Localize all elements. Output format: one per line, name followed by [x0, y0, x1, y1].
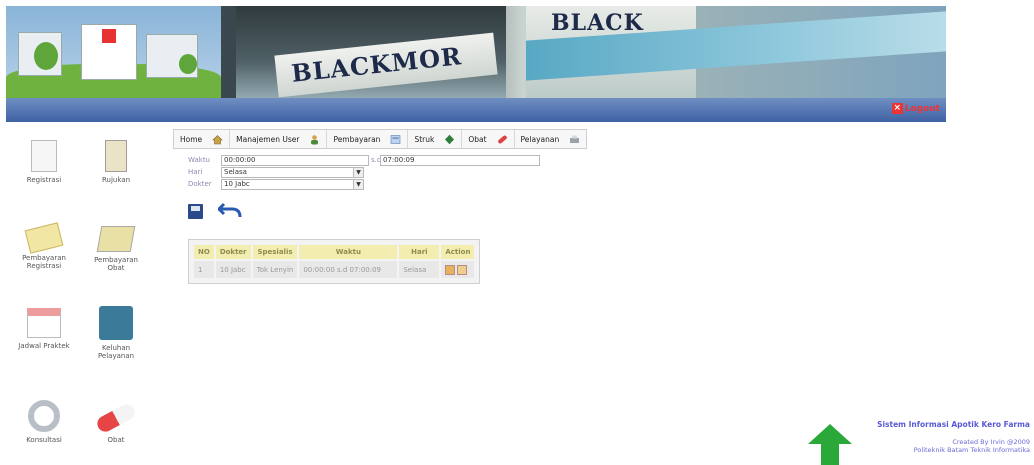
table-header-row: NO Dokter Spesialis Waktu Hari Action	[194, 245, 475, 259]
sidebar-item-pembayaran-registrasi[interactable]: Pembayaran Registrasi	[12, 222, 76, 270]
sidebar-item-label: Jadwal Praktek	[18, 342, 70, 350]
menu-item-obat[interactable]: Obat	[462, 130, 515, 148]
tree-icon	[179, 54, 197, 74]
table-cell-actions	[441, 261, 475, 278]
delete-icon[interactable]	[457, 264, 468, 275]
header-banner: BLACKMOR BLACK	[6, 6, 946, 98]
top-menu: Home Manajemen User Pembayaran Struk Oba…	[173, 129, 588, 149]
undo-icon[interactable]	[216, 200, 244, 220]
receipt-icon	[444, 134, 455, 145]
footer-title: Sistem Informasi Apotik Kero Farma	[877, 420, 1030, 429]
table-cell: 00:00:00 s.d 07:00:09	[299, 261, 398, 278]
banner-brand-top: BLACK	[551, 10, 644, 36]
menu-item-struk[interactable]: Struk	[408, 130, 463, 148]
hari-label: Hari	[188, 168, 203, 176]
edit-icon[interactable]	[445, 264, 456, 275]
close-icon: ×	[891, 103, 903, 114]
dokter-select[interactable]: 10 Jabc ▼	[221, 179, 364, 190]
sidebar-item-jadwal-praktek[interactable]: Jadwal Praktek	[12, 308, 76, 350]
sidebar-item-label: Pembayaran Obat	[94, 256, 138, 272]
sidebar-item-label: Registrasi	[26, 176, 62, 184]
header-bar: × Logout	[6, 98, 946, 122]
logout-button[interactable]: × Logout	[891, 103, 940, 114]
sidebar-item-registrasi[interactable]: Registrasi	[12, 140, 76, 184]
schedule-table: NO Dokter Spesialis Waktu Hari Action 1 …	[188, 239, 481, 284]
menu-item-pembayaran[interactable]: Pembayaran	[327, 130, 409, 148]
sidebar-item-label: Rujukan	[101, 176, 131, 184]
arrow-up-icon[interactable]	[807, 423, 853, 465]
sidebar-item-label: Konsultasi	[26, 436, 62, 444]
table-cell: 1	[194, 261, 214, 278]
waktu-start-input[interactable]: 00:00:00	[221, 155, 369, 166]
service-icon	[569, 134, 580, 145]
sidebar-item-pembayaran-obat[interactable]: Pembayaran Obat	[84, 226, 148, 272]
footer-institution: Politeknik Batam Teknik Informatika	[913, 446, 1030, 454]
menu-item-label: Obat	[468, 134, 487, 144]
sidebar-item-label: Pembayaran Registrasi	[22, 254, 66, 270]
table-cell: Selasa	[399, 261, 440, 278]
clipboard-icon	[105, 140, 127, 172]
table-header-waktu: Waktu	[299, 245, 398, 259]
sidebar-item-obat[interactable]: Obat	[84, 401, 148, 444]
table-header-spesialis: Spesialis	[252, 245, 298, 259]
menu-item-label: Pelayanan	[520, 134, 560, 144]
user-icon	[309, 134, 320, 145]
card-icon	[24, 222, 64, 254]
menu-item-label: Struk	[414, 134, 435, 144]
calendar-icon	[27, 308, 61, 338]
menu-item-label: Pembayaran	[333, 134, 381, 144]
chevron-down-icon: ▼	[353, 180, 363, 189]
pill-icon	[497, 134, 508, 145]
logout-label: Logout	[904, 103, 940, 114]
table-row: 1 10 Jabc Tok Lenyin 00:00:00 s.d 07:00:…	[194, 261, 475, 278]
save-icon[interactable]	[188, 204, 203, 219]
hari-select-value: Selasa	[224, 168, 247, 176]
hari-select[interactable]: Selasa ▼	[221, 167, 364, 178]
table-header-dokter: Dokter	[215, 245, 251, 259]
table-cell: Tok Lenyin	[252, 261, 298, 278]
table-header-action: Action	[441, 245, 475, 259]
dokter-select-value: 10 Jabc	[224, 180, 250, 188]
menu-item-manajemen-user[interactable]: Manajemen User	[230, 130, 328, 148]
table-cell: 10 Jabc	[215, 261, 251, 278]
footer-credit: Created By Irvin @2009	[952, 438, 1030, 446]
sidebar-item-konsultasi[interactable]: Konsultasi	[12, 400, 76, 444]
sidebar-item-rujukan[interactable]: Rujukan	[84, 140, 148, 184]
document-icon	[31, 140, 57, 172]
hospital-building-icon	[81, 24, 137, 80]
table-header-no: NO	[194, 245, 214, 259]
home-icon	[212, 134, 223, 145]
book-icon	[99, 306, 133, 340]
menu-item-pelayanan[interactable]: Pelayanan	[515, 130, 587, 148]
tree-icon	[34, 42, 58, 70]
sidebar-item-label: Keluhan Pelayanan	[97, 344, 135, 360]
menu-item-home[interactable]: Home	[174, 130, 231, 148]
waktu-label: Waktu	[188, 156, 210, 164]
chevron-down-icon: ▼	[353, 168, 363, 177]
menu-item-label: Home	[180, 134, 203, 144]
waktu-end-input[interactable]: 07:00:09	[380, 155, 540, 166]
sidebar-item-keluhan-pelayanan[interactable]: Keluhan Pelayanan	[84, 306, 148, 360]
pill-icon	[94, 401, 138, 435]
gear-icon	[28, 400, 60, 432]
table-header-hari: Hari	[399, 245, 440, 259]
menu-item-label: Manajemen User	[236, 134, 300, 144]
payment-icon	[390, 134, 401, 145]
dokter-label: Dokter	[188, 180, 212, 188]
sidebar-item-label: Obat	[107, 436, 125, 444]
cash-icon	[96, 226, 136, 252]
